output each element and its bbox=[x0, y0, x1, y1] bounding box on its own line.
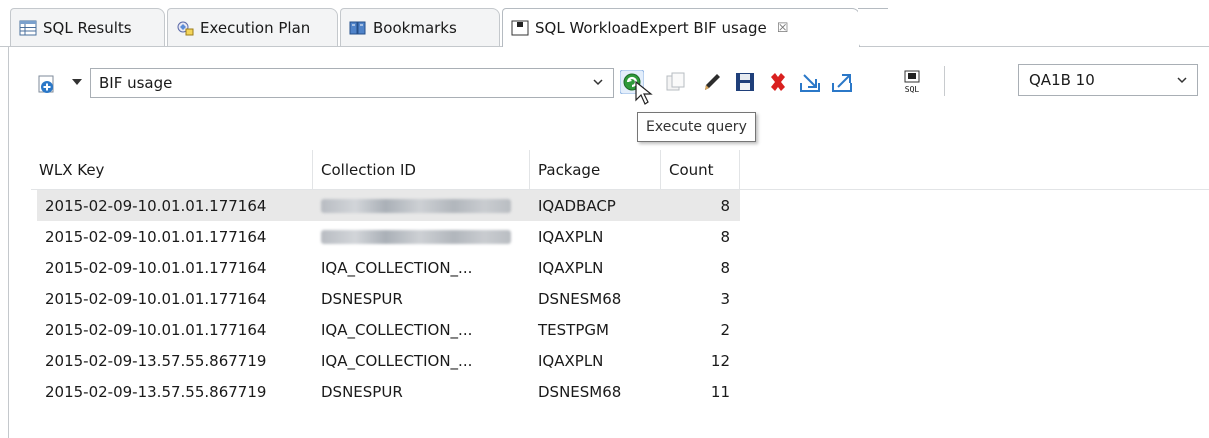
tab-label: SQL WorkloadExpert BIF usage bbox=[535, 19, 767, 37]
count-cell: 3 bbox=[720, 289, 730, 308]
package-cell: IQAXPLN bbox=[538, 351, 604, 370]
edit-pencil-icon[interactable] bbox=[700, 70, 724, 94]
svg-text:SQL: SQL bbox=[905, 85, 920, 94]
column-header-wlx-key[interactable]: WLX Key bbox=[31, 150, 313, 189]
count-cell: 8 bbox=[720, 196, 730, 215]
save-icon[interactable] bbox=[733, 70, 757, 94]
table-row[interactable]: 2015-02-09-10.01.01.177164 DSNESPUR DSNESM… bbox=[37, 283, 740, 314]
package-cell: DSNESM68 bbox=[538, 382, 622, 401]
execution-plan-icon bbox=[177, 21, 194, 35]
tab-bookmarks[interactable]: Bookmarks bbox=[340, 8, 500, 46]
wlx-key-cell: 2015-02-09-10.01.01.177164 bbox=[45, 196, 267, 215]
editor-tab-strip: SQL Results Execution Plan Bookmarks SQL… bbox=[0, 0, 1209, 47]
column-header-label: Collection ID bbox=[321, 160, 416, 179]
tab-sql-results[interactable]: SQL Results bbox=[10, 8, 165, 46]
sql-icon[interactable]: SQL bbox=[900, 70, 924, 94]
collection-id-cell: IQA_COLLECTION_... bbox=[321, 320, 473, 339]
subsystem-select-combo[interactable]: QA1B 10 bbox=[1018, 64, 1198, 96]
wlx-key-cell: 2015-02-09-10.01.01.177164 bbox=[45, 289, 267, 308]
wlx-key-cell: 2015-02-09-10.01.01.177164 bbox=[45, 258, 267, 277]
toolbar-separator bbox=[944, 66, 945, 96]
execute-query-tooltip: Execute query bbox=[637, 112, 756, 142]
column-header-label: WLX Key bbox=[39, 160, 105, 179]
tab-sql-workloadexpert-bif-usage[interactable]: SQL WorkloadExpert BIF usage ☒ bbox=[502, 8, 860, 47]
collection-id-cell: IQA_COLLECTION_... bbox=[321, 258, 473, 277]
new-query-icon[interactable] bbox=[38, 74, 58, 94]
close-tab-icon[interactable]: ☒ bbox=[777, 21, 789, 36]
table-icon bbox=[19, 20, 37, 35]
count-cell: 2 bbox=[720, 320, 730, 339]
package-cell: IQADBACP bbox=[538, 196, 616, 215]
chevron-down-icon[interactable] bbox=[1175, 73, 1189, 87]
tab-label: SQL Results bbox=[43, 18, 132, 37]
wlx-key-cell: 2015-02-09-13.57.55.867719 bbox=[45, 382, 267, 401]
wlx-key-cell: 2015-02-09-10.01.01.177164 bbox=[45, 320, 267, 339]
column-header-count[interactable]: Count bbox=[661, 150, 740, 189]
table-row[interactable]: 2015-02-09-10.01.01.177164 IQA_COLLECTION… bbox=[37, 252, 740, 283]
column-header-package[interactable]: Package bbox=[530, 150, 661, 189]
import-icon[interactable] bbox=[798, 70, 822, 94]
table-row[interactable]: 2015-02-09-10.01.01.177164 IQAXPLN 8 bbox=[37, 221, 740, 252]
copy-icon[interactable] bbox=[664, 70, 688, 94]
count-cell: 11 bbox=[710, 382, 730, 401]
collection-id-cell: DSNESPUR bbox=[321, 382, 403, 401]
collection-id-cell bbox=[313, 190, 530, 221]
mouse-cursor-icon bbox=[635, 80, 653, 105]
table-row[interactable]: 2015-02-09-13.57.55.867719 DSNESPUR DSNESM… bbox=[37, 376, 740, 407]
column-header-label: Count bbox=[669, 160, 714, 179]
dropdown-arrow-icon[interactable] bbox=[72, 79, 82, 85]
query-select-value: BIF usage bbox=[99, 74, 173, 92]
count-cell: 12 bbox=[710, 351, 730, 370]
package-cell: DSNESM68 bbox=[538, 289, 622, 308]
subsystem-select-value: QA1B 10 bbox=[1029, 71, 1095, 89]
editor-tab-icon bbox=[511, 20, 529, 36]
wlx-key-cell: 2015-02-09-13.57.55.867719 bbox=[45, 351, 267, 370]
wlx-key-cell: 2015-02-09-10.01.01.177164 bbox=[45, 227, 267, 246]
package-cell: IQAXPLN bbox=[538, 227, 604, 246]
collection-id-cell bbox=[313, 221, 530, 252]
package-cell: TESTPGM bbox=[538, 320, 609, 339]
redacted-value bbox=[321, 229, 511, 244]
column-header-label: Package bbox=[538, 160, 601, 179]
tab-execution-plan[interactable]: Execution Plan bbox=[167, 8, 338, 46]
column-header-collection-id[interactable]: Collection ID bbox=[313, 150, 530, 189]
bookmarks-icon bbox=[349, 21, 366, 34]
query-select-combo[interactable]: BIF usage bbox=[90, 68, 614, 98]
redacted-value bbox=[321, 198, 511, 213]
table-row[interactable]: 2015-02-09-10.01.01.177164 IQA_COLLECTION… bbox=[37, 314, 740, 345]
collection-id-cell: DSNESPUR bbox=[321, 289, 403, 308]
package-cell: IQAXPLN bbox=[538, 258, 604, 277]
chevron-down-icon[interactable] bbox=[591, 75, 605, 89]
table-row[interactable]: 2015-02-09-13.57.55.867719 IQA_COLLECTION… bbox=[37, 345, 740, 376]
tab-edge bbox=[858, 8, 888, 47]
count-cell: 8 bbox=[720, 258, 730, 277]
tab-label: Execution Plan bbox=[200, 18, 311, 37]
tab-label: Bookmarks bbox=[373, 18, 457, 37]
table-row[interactable]: 2015-02-09-10.01.01.177164 IQADBACP 8 bbox=[37, 190, 740, 221]
collection-id-cell: IQA_COLLECTION_... bbox=[321, 351, 473, 370]
count-cell: 8 bbox=[720, 227, 730, 246]
delete-icon[interactable] bbox=[766, 70, 790, 94]
export-icon[interactable] bbox=[830, 70, 854, 94]
